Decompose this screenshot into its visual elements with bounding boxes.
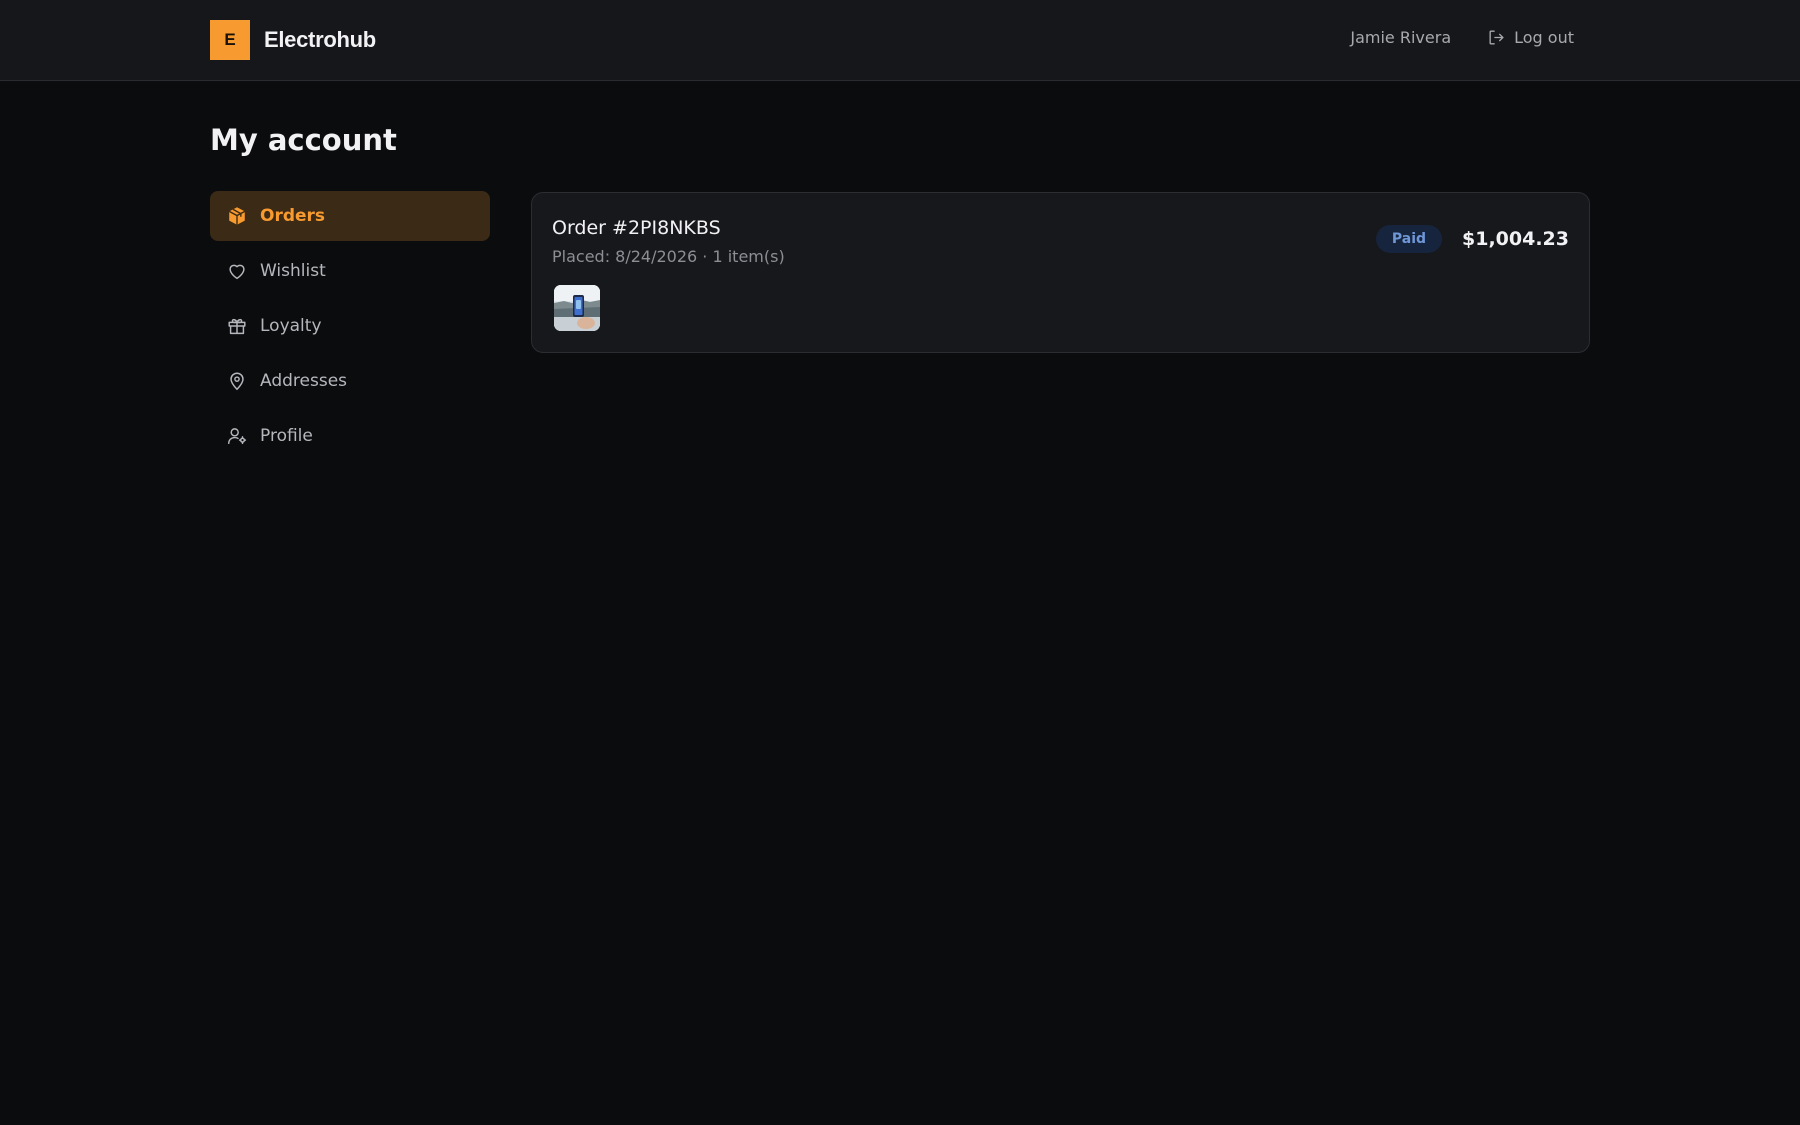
page-title: My account [210,123,397,157]
sidebar-item-label: Profile [260,426,313,446]
package-icon [228,207,246,225]
user-name[interactable]: Jamie Rivera [1350,28,1451,47]
logout-button[interactable]: Log out [1487,28,1574,47]
product-thumbnail[interactable] [554,285,600,331]
phone-product-image [554,285,600,331]
logout-icon [1489,30,1504,45]
brand-logo-link[interactable]: E Electrohub [210,20,376,60]
status-badge: Paid [1375,225,1443,253]
top-navigation-bar: E Electrohub Jamie Rivera Log out [0,0,1800,81]
order-id: Order #2PI8NKBS [552,217,721,239]
order-summary: Paid $1,004.23 [1375,225,1569,253]
sidebar-item-profile[interactable]: Profile [210,411,490,461]
map-pin-icon [230,372,244,391]
order-card[interactable]: Order #2PI8NKBS Placed: 8/24/2026 · 1 it… [531,192,1590,353]
account-sidebar: Orders Wishlist Loyalty Addresses Profil… [210,191,490,461]
brand-name: Electrohub [264,27,376,52]
user-area: Jamie Rivera Log out [1350,28,1574,47]
user-gear-icon [228,428,247,445]
sidebar-item-wishlist[interactable]: Wishlist [210,246,490,296]
sidebar-item-orders[interactable]: Orders [210,191,490,241]
sidebar-item-loyalty[interactable]: Loyalty [210,301,490,351]
brand-mark-icon: E [210,20,250,60]
order-total: $1,004.23 [1462,228,1569,250]
order-meta: Placed: 8/24/2026 · 1 item(s) [552,247,785,266]
logout-label: Log out [1514,28,1574,47]
sidebar-item-label: Loyalty [260,316,322,336]
sidebar-item-label: Wishlist [260,261,326,281]
heart-icon [229,264,245,280]
sidebar-item-label: Orders [260,206,326,226]
gift-icon [228,318,246,335]
sidebar-item-label: Addresses [260,371,348,391]
sidebar-item-addresses[interactable]: Addresses [210,356,490,406]
